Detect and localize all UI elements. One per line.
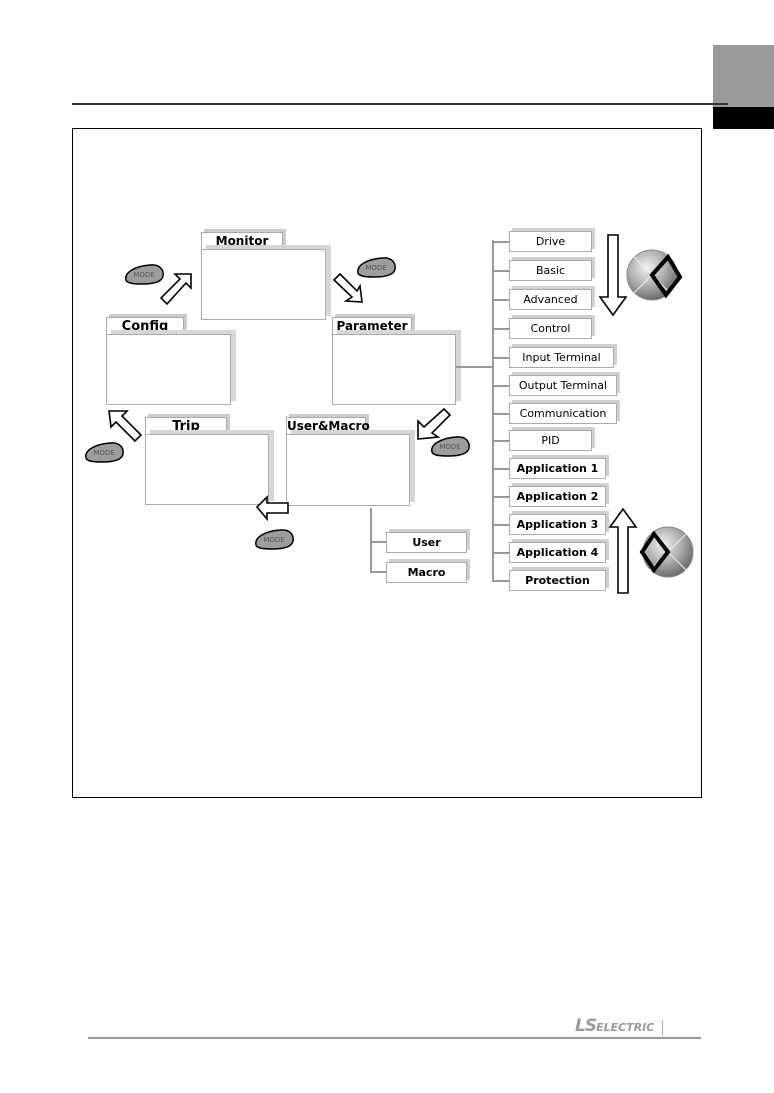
branch-line bbox=[492, 328, 509, 330]
parameter-group-item: Application 3 bbox=[509, 514, 606, 535]
branch-line bbox=[492, 440, 509, 442]
svg-text:MODE: MODE bbox=[439, 443, 460, 451]
footer-rule bbox=[88, 1037, 701, 1039]
parameter-group-item: Input Terminal bbox=[509, 347, 614, 368]
svg-text:MODE: MODE bbox=[263, 536, 284, 544]
svg-text:MODE: MODE bbox=[365, 264, 386, 272]
mode-key-icon: MODE bbox=[122, 262, 166, 286]
arrow-usermacro-to-trip-icon bbox=[255, 495, 289, 522]
parameter-group-item: Advanced bbox=[509, 289, 592, 310]
parameter-group-item: Output Terminal bbox=[509, 375, 617, 396]
knob-rotate-down-icon bbox=[626, 249, 683, 301]
header-rule bbox=[72, 103, 728, 105]
parameter-group-item: Basic bbox=[509, 260, 592, 281]
folder-parameter-label: Parameter bbox=[332, 317, 412, 335]
connector-parameter bbox=[456, 366, 492, 368]
folder-user-macro-body bbox=[286, 434, 410, 506]
mode-key-icon: MODE bbox=[354, 255, 398, 279]
branch-macro bbox=[370, 571, 386, 573]
folder-trip-label: Trip bbox=[145, 417, 227, 435]
branch-line bbox=[492, 552, 509, 554]
tree-trunk-user-macro bbox=[370, 508, 372, 572]
mode-key-icon: MODE bbox=[252, 527, 296, 551]
folder-config-label: Config bbox=[106, 317, 184, 335]
branch-line bbox=[492, 299, 509, 301]
parameter-group-item: Drive bbox=[509, 231, 592, 252]
folder-trip-body bbox=[145, 434, 269, 505]
branch-line bbox=[492, 385, 509, 387]
brand-logo-electric: ELECTRIC bbox=[596, 1021, 655, 1034]
parameter-group-item: PID bbox=[509, 430, 592, 451]
footer-divider bbox=[662, 1020, 663, 1036]
knob-rotate-up-icon bbox=[639, 526, 694, 578]
brand-logo-ls: LS bbox=[575, 1016, 597, 1036]
svg-text:MODE: MODE bbox=[93, 449, 114, 457]
branch-line bbox=[492, 241, 509, 243]
chapter-tab-marker bbox=[713, 107, 774, 129]
tree-trunk-parameter bbox=[492, 240, 494, 581]
branch-line bbox=[492, 496, 509, 498]
folder-parameter-body bbox=[332, 334, 456, 405]
branch-line bbox=[492, 413, 509, 415]
folder-monitor-label: Monitor bbox=[201, 232, 283, 250]
group-macro: Macro bbox=[386, 562, 467, 583]
parameter-group-item: Control bbox=[509, 318, 592, 339]
branch-line bbox=[492, 580, 509, 582]
branch-line bbox=[492, 468, 509, 470]
parameter-group-item: Application 4 bbox=[509, 542, 606, 563]
branch-line bbox=[492, 357, 509, 359]
mode-key-icon: MODE bbox=[428, 434, 472, 458]
brand-logo: LSELECTRIC bbox=[575, 1016, 654, 1036]
folder-config-body bbox=[106, 334, 231, 405]
folder-user-macro-label: User&Macro bbox=[286, 417, 370, 435]
folder-monitor-body bbox=[201, 249, 326, 320]
branch-line bbox=[492, 270, 509, 272]
svg-text:MODE: MODE bbox=[133, 271, 154, 279]
mode-key-icon: MODE bbox=[82, 440, 126, 464]
parameter-group-item: Protection bbox=[509, 570, 606, 591]
branch-user bbox=[370, 541, 386, 543]
branch-line bbox=[492, 524, 509, 526]
chapter-tab bbox=[713, 45, 774, 107]
parameter-group-item: Application 1 bbox=[509, 458, 606, 479]
parameter-group-item: Communication bbox=[509, 403, 617, 424]
arrow-up-icon bbox=[608, 507, 638, 594]
group-user: User bbox=[386, 532, 467, 553]
parameter-group-item: Application 2 bbox=[509, 486, 606, 507]
